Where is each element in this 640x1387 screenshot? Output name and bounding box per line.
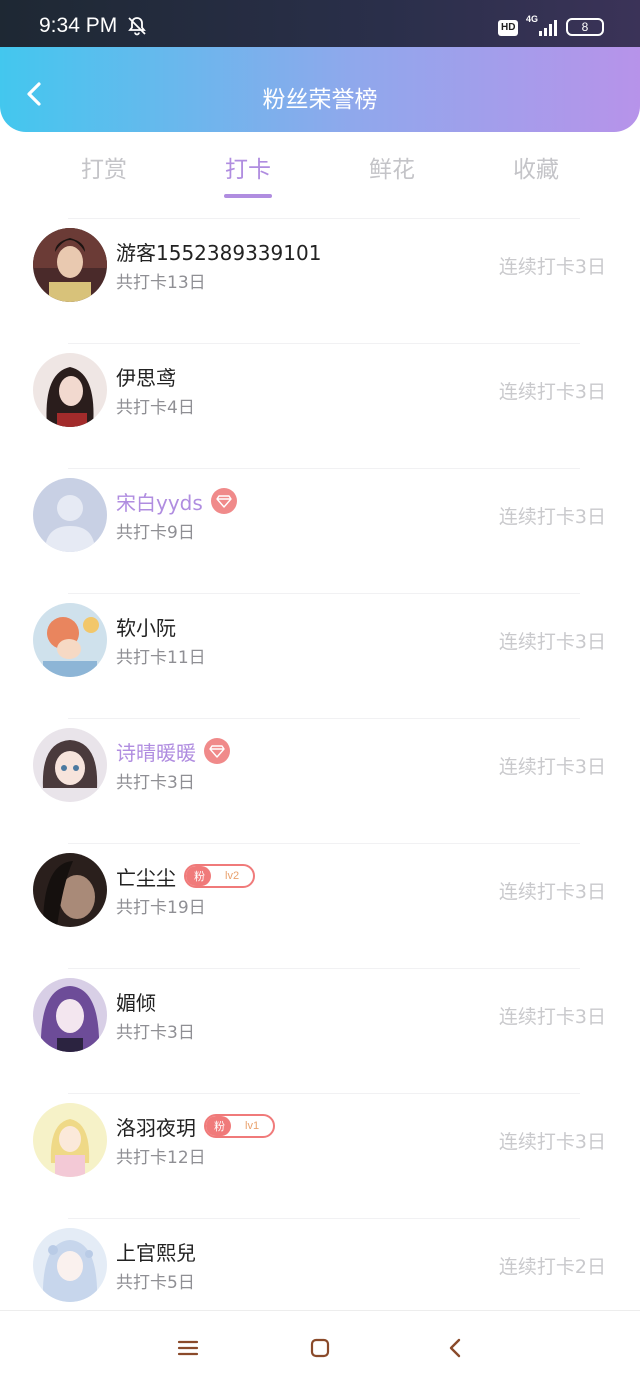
divider — [68, 718, 580, 719]
name-line: 洛羽夜玥 粉 lv1 — [116, 1111, 276, 1141]
list-item[interactable]: 伊思鸢 共打卡4日 连续打卡3日 — [0, 343, 640, 468]
tab-bar: 打赏 打卡 鲜花 收藏 — [0, 150, 640, 200]
back-chevron-icon — [447, 1337, 463, 1363]
fan-list: 游客1552389339101 共打卡13日 连续打卡3日 伊思鸢 共打卡4日 … — [0, 218, 640, 1343]
bell-muted-icon — [126, 15, 148, 37]
total-checkins: 共打卡3日 — [116, 1023, 195, 1043]
name-line: 诗晴暖暖 — [116, 736, 230, 766]
list-item[interactable]: 软小阮 共打卡11日 连续打卡3日 — [0, 593, 640, 718]
battery-icon: 8 — [566, 18, 604, 36]
divider — [68, 593, 580, 594]
avatar[interactable] — [33, 1103, 107, 1177]
fan-badge-tag: 粉 — [186, 866, 211, 886]
divider — [68, 343, 580, 344]
streak-checkins: 连续打卡3日 — [498, 256, 606, 278]
name-line: 伊思鸢 — [116, 361, 176, 391]
home-square-icon — [309, 1337, 331, 1363]
header-bar: 9:34 PM HD 4G 8 粉丝荣誉榜 — [0, 0, 640, 132]
name-line: 宋白yyds — [116, 486, 237, 516]
divider — [68, 468, 580, 469]
fan-level-badge: 粉 lv2 — [184, 864, 256, 888]
list-item[interactable]: 亡尘尘 粉 lv2 共打卡19日 连续打卡3日 — [0, 843, 640, 968]
status-time: 9:34 PM — [39, 14, 118, 37]
streak-checkins: 连续打卡3日 — [498, 1006, 606, 1028]
fan-name: 上官熙兒 — [116, 1240, 196, 1265]
diamond-icon — [204, 738, 230, 764]
avatar[interactable] — [33, 728, 107, 802]
fan-name: 游客1552389339101 — [116, 240, 322, 265]
streak-checkins: 连续打卡3日 — [498, 506, 606, 528]
avatar[interactable] — [33, 853, 107, 927]
list-item[interactable]: 洛羽夜玥 粉 lv1 共打卡12日 连续打卡3日 — [0, 1093, 640, 1218]
tab-flowers[interactable]: 鲜花 — [347, 150, 437, 184]
name-line: 媚倾 — [116, 986, 156, 1016]
fan-badge-level: lv1 — [245, 1120, 260, 1132]
total-checkins: 共打卡13日 — [116, 273, 206, 293]
tab-tips[interactable]: 打赏 — [59, 150, 149, 184]
avatar[interactable] — [33, 603, 107, 677]
fan-name: 软小阮 — [116, 615, 176, 640]
diamond-icon — [210, 488, 237, 514]
fan-level-badge: 粉 lv1 — [204, 1114, 276, 1138]
fan-badge-level: lv2 — [225, 870, 240, 882]
total-checkins: 共打卡12日 — [116, 1148, 206, 1168]
fan-name: 亡尘尘 — [116, 865, 176, 890]
menu-button[interactable] — [173, 1335, 203, 1365]
active-tab-indicator — [224, 194, 272, 198]
total-checkins: 共打卡4日 — [116, 398, 195, 418]
total-checkins: 共打卡9日 — [116, 523, 195, 543]
fan-name: 宋白yyds — [116, 490, 203, 515]
streak-checkins: 连续打卡3日 — [498, 756, 606, 778]
list-item[interactable]: 游客1552389339101 共打卡13日 连续打卡3日 — [0, 218, 640, 343]
streak-checkins: 连续打卡3日 — [498, 881, 606, 903]
divider — [68, 843, 580, 844]
tab-checkin[interactable]: 打卡 — [203, 150, 293, 184]
fan-name: 洛羽夜玥 — [116, 1115, 196, 1140]
fan-name: 媚倾 — [116, 990, 156, 1015]
total-checkins: 共打卡3日 — [116, 773, 195, 793]
system-back-button[interactable] — [440, 1335, 470, 1365]
divider — [68, 1093, 580, 1094]
avatar[interactable] — [33, 228, 107, 302]
name-line: 上官熙兒 — [116, 1236, 196, 1266]
list-item[interactable]: 宋白yyds 共打卡9日 连续打卡3日 — [0, 468, 640, 593]
fan-badge-tag: 粉 — [206, 1116, 231, 1136]
total-checkins: 共打卡11日 — [116, 648, 206, 668]
menu-icon — [177, 1339, 199, 1361]
streak-checkins: 连续打卡3日 — [498, 1131, 606, 1153]
streak-checkins: 连续打卡2日 — [498, 1256, 606, 1278]
list-item[interactable]: 诗晴暖暖 共打卡3日 连续打卡3日 — [0, 718, 640, 843]
list-item[interactable]: 媚倾 共打卡3日 连续打卡3日 — [0, 968, 640, 1093]
divider — [68, 218, 580, 219]
signal-icon — [538, 18, 560, 36]
fan-name: 诗晴暖暖 — [116, 740, 196, 765]
avatar[interactable] — [33, 1228, 107, 1302]
avatar[interactable] — [33, 978, 107, 1052]
avatar[interactable] — [33, 353, 107, 427]
name-line: 游客1552389339101 — [116, 236, 321, 266]
total-checkins: 共打卡19日 — [116, 898, 206, 918]
hd-icon: HD — [498, 20, 519, 36]
network-type: 4G — [526, 14, 539, 24]
fan-name: 伊思鸢 — [116, 365, 176, 390]
status-bar: 9:34 PM HD 4G 8 — [0, 0, 640, 47]
name-line: 亡尘尘 粉 lv2 — [116, 861, 256, 891]
name-line: 软小阮 — [116, 611, 176, 641]
divider — [68, 968, 580, 969]
streak-checkins: 连续打卡3日 — [498, 631, 606, 653]
tab-favorites[interactable]: 收藏 — [491, 150, 581, 184]
system-nav-bar — [0, 1310, 640, 1387]
total-checkins: 共打卡5日 — [116, 1273, 195, 1293]
home-button[interactable] — [305, 1335, 335, 1365]
streak-checkins: 连续打卡3日 — [498, 381, 606, 403]
default-avatar[interactable] — [33, 478, 107, 552]
divider — [68, 1218, 580, 1219]
page-title: 粉丝荣誉榜 — [262, 87, 378, 113]
